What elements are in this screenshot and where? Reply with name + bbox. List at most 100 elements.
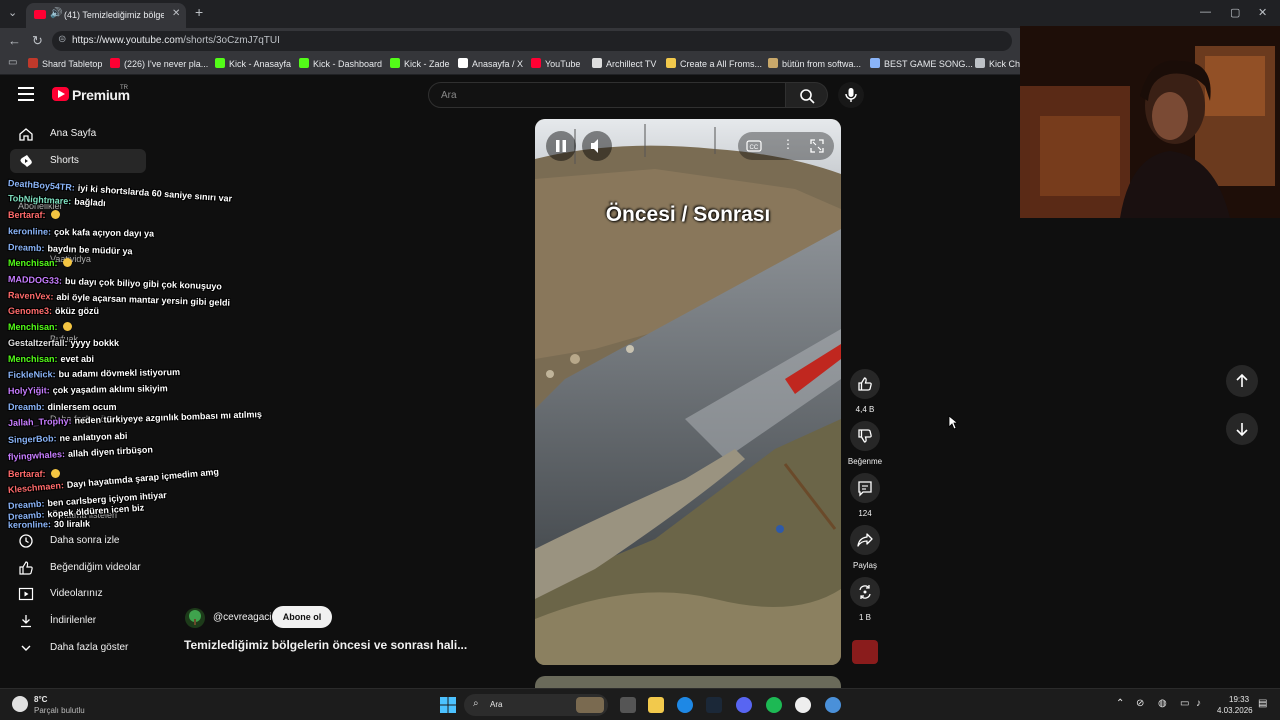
back-icon[interactable]: ←	[8, 33, 21, 48]
edge-browser-icon[interactable]	[677, 697, 693, 713]
microphone-tray-icon[interactable]: ◍	[1158, 698, 1167, 709]
bookmark-item[interactable]: Kick - Zade	[390, 58, 450, 69]
sidebar-item-label: Daha sonra izle	[50, 535, 120, 546]
bookmark-item[interactable]: bütün from softwa...	[768, 58, 861, 69]
task-view-icon[interactable]	[620, 697, 636, 713]
weather-desc[interactable]: Parçalı bulutlu	[34, 706, 85, 715]
tab-list-icon[interactable]: ⌄	[8, 6, 17, 19]
bookmark-item[interactable]: BEST GAME SONG...	[870, 58, 973, 69]
chat-message: HolyYiğit: çok yaşadım aklımı sikiyim	[8, 383, 168, 396]
voice-search-button[interactable]	[838, 82, 864, 108]
region-label: TR	[120, 85, 128, 91]
more-options-icon[interactable]: ⋮	[782, 137, 794, 151]
chat-message: MADDOG33: bu dayı çok biliyo gibi çok kon…	[8, 274, 222, 291]
clock-time[interactable]: 19:33	[1229, 695, 1249, 704]
chat-username: Kleschmaen:	[7, 480, 65, 495]
browser-tab-active[interactable]: 🔊 (41) Temizlediğimiz bölgelerin ✕	[26, 3, 186, 28]
chat-username: Gestaltzerfall:	[8, 338, 68, 348]
like-count: 4,4 B	[855, 405, 875, 414]
steam-icon[interactable]	[706, 697, 722, 713]
chat-username: SingerBob:	[7, 433, 57, 445]
bookmark-item[interactable]: (226) I've never pla...	[110, 58, 208, 69]
unreal-engine-icon[interactable]	[795, 697, 811, 713]
bookmark-label: Shard Tabletop	[42, 59, 103, 69]
shorts-icon	[20, 155, 32, 167]
video-title[interactable]: Temizlediğimiz bölgelerin öncesi ve sonr…	[184, 638, 467, 652]
comments-button[interactable]: 124	[850, 473, 880, 518]
clock-date[interactable]: 4.03.2026	[1217, 706, 1253, 715]
bookmark-item[interactable]: Kick - Dashboard	[299, 58, 382, 69]
new-tab-icon[interactable]: +	[195, 4, 203, 20]
microphone-icon	[845, 88, 857, 102]
fullscreen-icon[interactable]	[810, 139, 824, 153]
bookmark-item[interactable]: Archillect TV	[592, 58, 656, 69]
bookmark-favicon-icon	[531, 58, 541, 68]
close-window-icon[interactable]: ✕	[1258, 6, 1267, 19]
sidebar-item-home[interactable]: Ana Sayfa	[10, 122, 146, 146]
windows-start-icon[interactable]	[440, 697, 456, 713]
chat-username: Dreamb:	[7, 242, 45, 254]
close-tab-icon[interactable]: ✕	[172, 8, 180, 19]
sidebar-show-more[interactable]: Daha fazla göster	[10, 636, 146, 660]
network-status-icon[interactable]: ⊘	[1136, 698, 1144, 709]
share-button[interactable]: Paylaş	[850, 525, 880, 570]
display-icon[interactable]: ▭	[1180, 698, 1189, 709]
site-info-icon[interactable]: ⊜	[58, 34, 66, 45]
bookmark-favicon-icon	[975, 58, 985, 68]
spotify-icon[interactable]	[766, 697, 782, 713]
sidebar-item-your-videos[interactable]: Videolarınız	[10, 582, 146, 606]
search-button[interactable]	[786, 82, 828, 108]
sidebar-item-label: Ana Sayfa	[50, 128, 97, 139]
shorts-video-player[interactable]: Öncesi / Sonrası CC ⋮	[535, 119, 841, 665]
sidebar-item-shorts[interactable]: Shorts	[10, 149, 146, 173]
file-explorer-icon[interactable]	[648, 697, 664, 713]
tray-overflow-icon[interactable]: ⌃	[1116, 698, 1124, 709]
bookmark-favicon-icon	[768, 58, 778, 68]
chat-text: çok kafa açıyon dayı ya	[53, 226, 155, 239]
weather-temp[interactable]: 8°C	[34, 695, 47, 704]
chat-username: Menchisan:	[8, 354, 58, 364]
previous-short-button[interactable]	[1226, 365, 1258, 397]
dislike-button[interactable]: Beğenme	[848, 421, 882, 466]
streamer-webcam	[1020, 26, 1280, 218]
maximize-icon[interactable]: ▢	[1230, 6, 1240, 19]
captions-icon[interactable]: CC	[746, 139, 762, 153]
clock-icon	[19, 534, 33, 548]
sidebar-item-downloads[interactable]: İndirilenler	[10, 609, 146, 633]
next-short-button[interactable]	[1226, 413, 1258, 445]
bookmark-item[interactable]: Anasayfa / X	[458, 58, 523, 69]
reload-icon[interactable]: ↻	[32, 33, 43, 49]
minimize-icon[interactable]: —	[1200, 6, 1211, 18]
sound-thumbnail[interactable]	[852, 640, 878, 664]
speaker-icon[interactable]: 🔊	[50, 8, 62, 19]
bookmark-item[interactable]: Shard Tabletop	[28, 58, 102, 69]
hamburger-menu-icon[interactable]	[18, 87, 34, 101]
remix-button[interactable]: 1 B	[850, 577, 880, 622]
taskbar-search[interactable]: ⌕ Ara	[464, 694, 608, 716]
like-button[interactable]: 4,4 B	[850, 369, 880, 414]
sidebar-item-liked-videos[interactable]: Beğendiğim videolar	[10, 556, 146, 580]
chat-text: ne anlatıyon abi	[59, 430, 128, 444]
bookmark-item[interactable]: Kick - Anasayfa	[215, 58, 291, 69]
chat-text: bu adamı dövmekl istiyorum	[58, 366, 181, 380]
chat-text: bu dayı çok biliyo gibi çok konuşuyo	[64, 275, 223, 292]
channel-name[interactable]: @cevreagaci	[213, 612, 272, 623]
emote-icon	[62, 322, 72, 331]
app-icon[interactable]	[825, 697, 841, 713]
sidebar-item-watch-later[interactable]: Daha sonra izle	[10, 529, 146, 553]
volume-button[interactable]	[582, 131, 612, 161]
discord-icon[interactable]	[736, 697, 752, 713]
weather-icon[interactable]	[12, 696, 28, 712]
url-field[interactable]: ⊜ https://www.youtube.com/shorts/3oCzmJ7…	[52, 31, 1012, 51]
pause-button[interactable]	[546, 131, 576, 161]
search-input[interactable]: Ara	[428, 82, 786, 108]
subscribe-button[interactable]: Abone ol	[272, 606, 332, 628]
channel-avatar[interactable]	[185, 608, 205, 628]
bookmark-item[interactable]: Create a All Froms...	[666, 58, 762, 69]
volume-tray-icon[interactable]: ♪	[1196, 698, 1201, 709]
bookmark-item[interactable]: Kick Ch	[975, 58, 1020, 69]
apps-icon[interactable]: ▭	[8, 57, 17, 68]
bookmark-item[interactable]: YouTube	[531, 58, 580, 69]
youtube-logo-icon[interactable]	[52, 87, 69, 101]
notification-icon[interactable]: ▤	[1258, 698, 1267, 709]
